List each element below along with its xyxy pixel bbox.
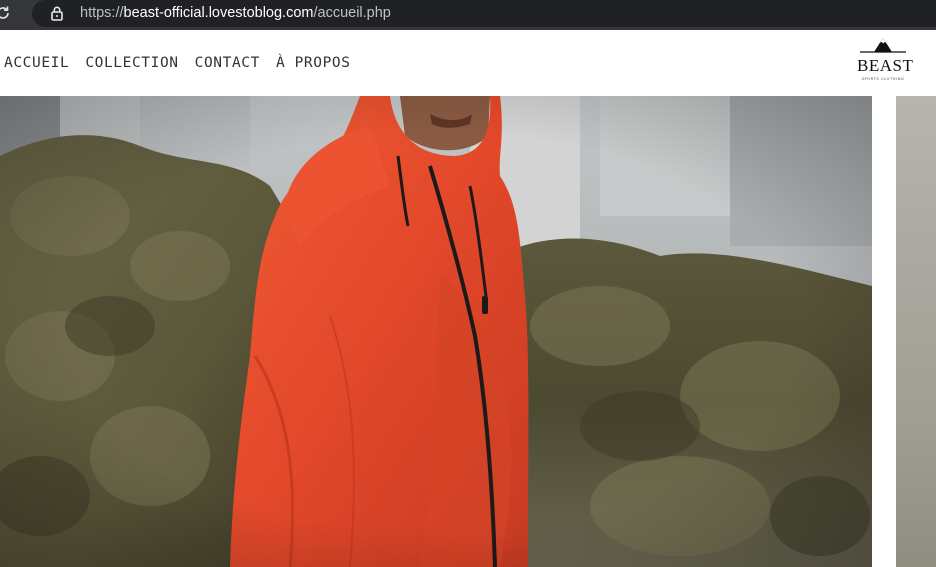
hero-image xyxy=(0,96,872,567)
site-header: ACCUEIL COLLECTION CONTACT À PROPOS BEAS… xyxy=(0,30,936,96)
brand-logo[interactable]: BEAST SPORTS CLOTHING xyxy=(852,36,914,88)
nav-link-contact[interactable]: CONTACT xyxy=(195,55,260,71)
address-bar[interactable]: https://beast-official.lovestoblog.com/a… xyxy=(32,0,936,27)
nav-link-a-propos[interactable]: À PROPOS xyxy=(276,55,351,71)
url-prefix: https:// xyxy=(80,5,124,21)
main-nav: ACCUEIL COLLECTION CONTACT À PROPOS xyxy=(4,30,367,96)
nav-link-accueil[interactable]: ACCUEIL xyxy=(4,55,69,71)
logo-tagline: SPORTS CLOTHING xyxy=(861,77,905,81)
url-path: /accueil.php xyxy=(313,5,391,21)
nav-link-collection[interactable]: COLLECTION xyxy=(85,55,178,71)
url-host: beast-official.lovestoblog.com xyxy=(123,5,314,21)
lock-icon[interactable] xyxy=(48,4,66,22)
hero-photo xyxy=(0,96,872,567)
browser-toolbar: https://beast-official.lovestoblog.com/a… xyxy=(0,0,936,30)
logo-wordmark: BEAST xyxy=(857,56,914,75)
next-slide-preview[interactable] xyxy=(896,96,936,567)
reload-icon[interactable] xyxy=(0,4,12,22)
url-text[interactable]: https://beast-official.lovestoblog.com/a… xyxy=(80,4,391,22)
